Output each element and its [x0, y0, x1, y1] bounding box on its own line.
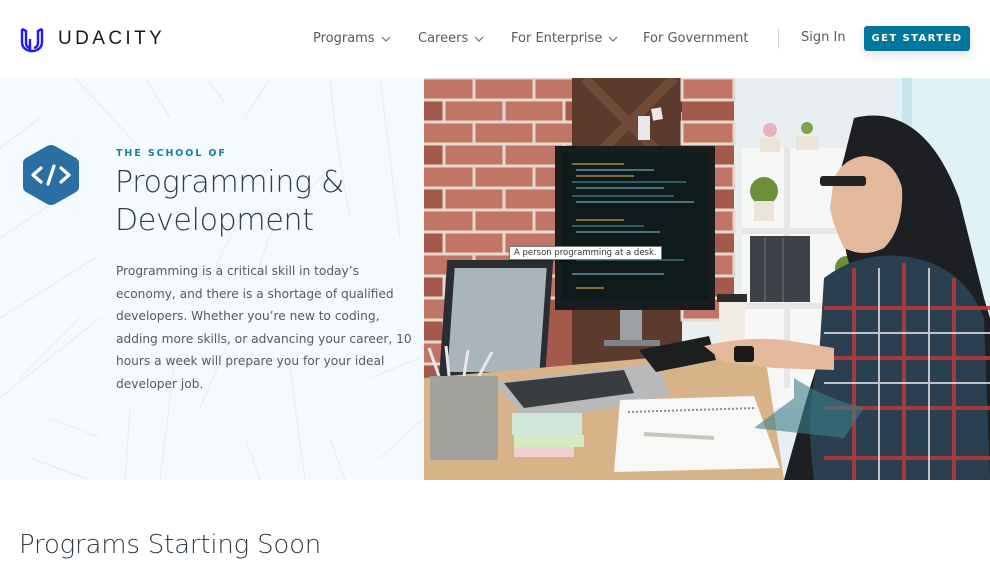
- chevron-down-icon: [608, 36, 618, 42]
- nav-divider: [778, 29, 779, 49]
- udacity-logo-icon: [20, 27, 44, 53]
- nav-careers[interactable]: Careers: [418, 31, 484, 46]
- hero-eyebrow: THE SCHOOL OF: [116, 148, 227, 159]
- udacity-logo-link[interactable]: UDACITY: [18, 24, 165, 54]
- sign-in-link[interactable]: Sign In: [801, 30, 846, 45]
- person-programming-illustration: [424, 78, 990, 480]
- nav-for-enterprise[interactable]: For Enterprise: [511, 31, 618, 46]
- nav-for-government-label: For Government: [643, 31, 749, 46]
- hero-title-line-1: Programming &: [115, 165, 345, 200]
- nav-for-enterprise-label: For Enterprise: [511, 31, 603, 46]
- hero-title-line-2: Development: [115, 203, 314, 238]
- nav-programs-label: Programs: [313, 31, 375, 46]
- code-brackets-icon: [23, 145, 79, 205]
- get-started-button[interactable]: GET STARTED: [864, 26, 970, 51]
- chevron-down-icon: [381, 36, 391, 42]
- nav-programs[interactable]: Programs: [313, 31, 391, 46]
- chevron-down-icon: [474, 36, 484, 42]
- hero-description: Programming is a critical skill in today…: [116, 264, 412, 391]
- hero-title: Programming & Development: [115, 164, 415, 240]
- site-header: UDACITY Programs Careers For Enterprise …: [0, 0, 990, 78]
- udacity-logo-text: UDACITY: [58, 28, 166, 49]
- hero-image: [424, 78, 990, 480]
- programs-starting-soon-heading: Programs Starting Soon: [19, 530, 322, 560]
- image-alt-tooltip: A person programming at a desk.: [509, 246, 662, 260]
- nav-careers-label: Careers: [418, 31, 469, 46]
- nav-for-government[interactable]: For Government: [643, 31, 749, 46]
